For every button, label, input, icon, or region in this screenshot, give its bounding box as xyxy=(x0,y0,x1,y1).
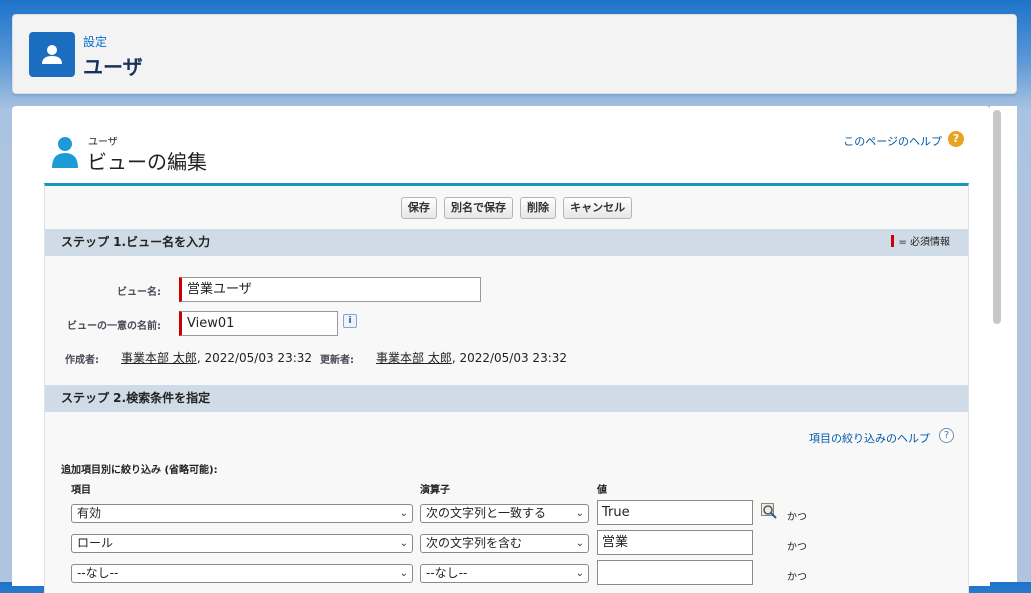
save-as-button[interactable]: 別名で保存 xyxy=(443,197,513,219)
step2-header: ステップ 2.検索条件を指定 xyxy=(45,385,968,412)
filter-operator-select[interactable]: 次の文字列を含む ⌄ xyxy=(420,534,589,553)
filter-operator-value: 次の文字列と一致する xyxy=(426,506,547,520)
user-object-icon xyxy=(52,137,78,168)
conjunction-label: かつ xyxy=(787,572,807,583)
conjunction-label: かつ xyxy=(787,512,807,523)
page-title: ビューの編集 xyxy=(87,150,207,174)
value-column-header: 値 xyxy=(597,485,607,496)
filter-operator-select[interactable]: --なし-- ⌄ xyxy=(420,564,589,583)
cancel-button[interactable]: キャンセル xyxy=(563,197,633,219)
modified-by-label: 更新者: xyxy=(320,355,354,366)
view-name-label: ビュー名: xyxy=(117,287,161,298)
filter-help-link[interactable]: 項目の絞り込みのヘルプ xyxy=(809,430,930,446)
header-title: ユーザ xyxy=(83,55,143,79)
scrollbar-thumb[interactable] xyxy=(993,110,1001,324)
button-row: 保存 別名で保存 削除 キャンセル xyxy=(45,196,968,219)
filter-field-value: 有効 xyxy=(77,506,102,520)
operator-column-header: 演算子 xyxy=(420,485,450,496)
step1-header: ステップ 1.ビュー名を入力 = 必須情報 xyxy=(45,229,968,256)
filter-field-select[interactable]: 有効 ⌄ xyxy=(71,504,413,523)
breadcrumb-setup-link[interactable]: 設定 xyxy=(83,33,107,50)
content-panel: ユーザ ビューの編集 このページのヘルプ ? 保存 別名で保存 削除 キャンセル… xyxy=(12,106,990,593)
unique-name-label: ビューの一意の名前: xyxy=(67,321,161,332)
field-column-header: 項目 xyxy=(71,485,91,496)
user-icon xyxy=(29,32,75,77)
lookup-icon[interactable] xyxy=(761,503,778,520)
required-marker-icon xyxy=(891,235,895,247)
filter-field-value: --なし-- xyxy=(77,566,119,580)
view-name-input[interactable]: 営業ユーザ xyxy=(179,277,481,302)
page-header: 設定 ユーザ xyxy=(12,14,1017,94)
chevron-down-icon: ⌄ xyxy=(575,568,584,579)
step1-title: ステップ 1.ビュー名を入力 xyxy=(61,235,211,249)
filter-operator-value: 次の文字列を含む xyxy=(426,536,523,550)
filter-heading: 追加項目別に絞り込み (省略可能): xyxy=(61,465,218,476)
unique-name-input[interactable]: View01 xyxy=(179,311,338,336)
filter-field-select[interactable]: --なし-- ⌄ xyxy=(71,564,413,583)
filter-value-input[interactable]: 営業 xyxy=(597,530,753,555)
conjunction-label: かつ xyxy=(787,542,807,553)
chevron-down-icon: ⌄ xyxy=(399,538,408,549)
modified-by-value: 事業本部 太郎, 2022/05/03 23:32 xyxy=(376,349,567,366)
chevron-down-icon: ⌄ xyxy=(399,568,408,579)
filter-operator-value: --なし-- xyxy=(426,566,468,580)
required-legend-text: = 必須情報 xyxy=(898,237,950,248)
chevron-down-icon: ⌄ xyxy=(575,508,584,519)
step2-title: ステップ 2.検索条件を指定 xyxy=(61,391,211,405)
filter-operator-select[interactable]: 次の文字列と一致する ⌄ xyxy=(420,504,589,523)
page-help-link[interactable]: このページのヘルプ xyxy=(843,133,942,149)
filter-help-icon[interactable]: ? xyxy=(939,428,954,443)
filter-value-input[interactable] xyxy=(597,560,753,585)
filter-field-select[interactable]: ロール ⌄ xyxy=(71,534,413,553)
created-by-date: , 2022/05/03 23:32 xyxy=(196,351,313,365)
save-button[interactable]: 保存 xyxy=(400,197,437,219)
required-legend: = 必須情報 xyxy=(891,235,950,250)
filter-value-input[interactable]: True xyxy=(597,500,753,525)
filter-field-value: ロール xyxy=(77,536,114,550)
help-icon[interactable]: ? xyxy=(948,131,964,147)
info-icon[interactable]: i xyxy=(343,314,357,328)
chevron-down-icon: ⌄ xyxy=(575,538,584,549)
created-by-user-link[interactable]: 事業本部 太郎 xyxy=(121,351,197,365)
modified-by-date: , 2022/05/03 23:32 xyxy=(451,351,568,365)
chevron-down-icon: ⌄ xyxy=(399,508,408,519)
created-by-value: 事業本部 太郎, 2022/05/03 23:32 xyxy=(121,349,312,366)
edit-view-form: 保存 別名で保存 削除 キャンセル ステップ 1.ビュー名を入力 = 必須情報 … xyxy=(44,183,969,593)
modified-by-user-link[interactable]: 事業本部 太郎 xyxy=(376,351,452,365)
delete-button[interactable]: 削除 xyxy=(520,197,557,219)
created-by-label: 作成者: xyxy=(65,355,99,366)
